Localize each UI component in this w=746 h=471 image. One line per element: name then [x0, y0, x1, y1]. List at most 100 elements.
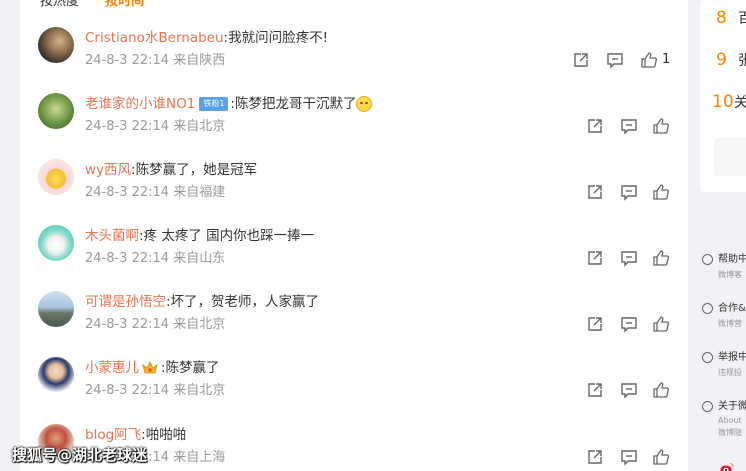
- ranking-item[interactable]: 10关: [712, 92, 746, 116]
- comment-location: 来自北京: [173, 317, 226, 332]
- report-center-link[interactable]: 举报中 违规投: [702, 348, 746, 378]
- help-subtitle: 微博营: [718, 319, 742, 328]
- share-icon[interactable]: [586, 249, 604, 267]
- tab-hot[interactable]: 按热度: [40, 0, 79, 9]
- ranking-item[interactable]: 8百: [716, 8, 746, 32]
- comment-item: 老谁家的小谁NO1 铁粉1:陈梦把龙哥干沉默了 24-8-3 22:14 来自北京: [20, 93, 688, 159]
- avatar[interactable]: [38, 93, 74, 129]
- help-icon: [702, 253, 713, 265]
- help-title: 关于微: [718, 401, 746, 412]
- comment-meta: 24-8-3 22:14 来自陕西: [85, 52, 225, 70]
- ranking-more-button[interactable]: [714, 138, 746, 176]
- comment-text: :陈梦赢了: [161, 360, 220, 376]
- about-icon: [702, 400, 713, 412]
- comment-icon[interactable]: [606, 51, 624, 69]
- comment-text: :我就问问脸疼不!: [223, 30, 329, 46]
- help-title: 举报中: [718, 352, 746, 363]
- comment-item: Cristiano水Bernabeu:我就问问脸疼不! 24-8-3 22:14…: [20, 27, 688, 93]
- comment-content: wy西风:陈梦赢了，她是冠军: [85, 161, 257, 179]
- share-icon[interactable]: [572, 51, 590, 69]
- avatar[interactable]: [38, 225, 74, 261]
- share-icon[interactable]: [586, 381, 604, 399]
- like-icon[interactable]: [652, 117, 670, 135]
- like-icon[interactable]: [652, 183, 670, 201]
- comment-time: 24-8-3 22:14: [85, 185, 170, 200]
- avatar[interactable]: [38, 291, 74, 327]
- username-link[interactable]: 老谁家的小谁NO1: [85, 96, 195, 112]
- rank-number: 10: [712, 92, 734, 112]
- comment-icon[interactable]: [620, 117, 638, 135]
- source-watermark: 搜狐号@湖北老球迷: [12, 446, 148, 464]
- comment-text: :陈梦赢了，她是冠军: [131, 162, 258, 178]
- comment-icon[interactable]: [620, 315, 638, 333]
- comment-icon[interactable]: [620, 381, 638, 399]
- username-link[interactable]: blog阿飞: [85, 427, 141, 443]
- username-link[interactable]: 可谓是孙悟空: [85, 294, 166, 310]
- username-link[interactable]: wy西风: [85, 162, 131, 178]
- comment-item: 木头菌啊:疼 太疼了 国内你也踩一捧一 24-8-3 22:14 来自山东: [20, 225, 688, 291]
- comment-content: 可谓是孙悟空:坏了，贺老师，人家赢了: [85, 293, 319, 311]
- rank-number: 8: [716, 8, 727, 28]
- username-link[interactable]: Cristiano水Bernabeu: [85, 30, 224, 46]
- like-icon[interactable]: [652, 448, 670, 466]
- comment-content: 小蒙惠儿 :陈梦赢了: [85, 359, 220, 377]
- comment-meta: 24-8-3 22:14 来自北京: [85, 118, 225, 136]
- username-link[interactable]: 木头菌啊: [85, 228, 139, 244]
- help-subtitle: 违规投: [718, 368, 742, 377]
- about-weibo-link[interactable]: 关于微 About 微博隐: [702, 397, 746, 438]
- comment-text: :疼 太疼了 国内你也踩一捧一: [139, 228, 315, 244]
- info-icon: [702, 351, 713, 363]
- comment-panel: 按热度 按时间 Cristiano水Bernabeu:我就问问脸疼不! 24-8…: [20, 0, 688, 471]
- username-link[interactable]: 小蒙惠儿: [85, 360, 139, 376]
- comment-location: 来自上海: [173, 450, 226, 465]
- share-icon[interactable]: [586, 315, 604, 333]
- rank-title: 张: [738, 53, 746, 69]
- comment-meta: 24-8-3 22:14 来自北京: [85, 382, 225, 400]
- comment-icon[interactable]: [620, 183, 638, 201]
- comment-item: 可谓是孙悟空:坏了，贺老师，人家赢了 24-8-3 22:14 来自北京: [20, 291, 688, 357]
- help-center-link[interactable]: 帮助中 微博客: [702, 250, 746, 280]
- cooperation-link[interactable]: 合作& 微博营: [702, 299, 746, 329]
- avatar[interactable]: [38, 159, 74, 195]
- like-icon[interactable]: [640, 51, 658, 69]
- comment-time: 24-8-3 22:14: [85, 251, 170, 266]
- ranking-item[interactable]: 9张: [716, 50, 746, 74]
- comment-icon[interactable]: [620, 448, 638, 466]
- comment-content: 木头菌啊:疼 太疼了 国内你也踩一捧一: [85, 227, 314, 245]
- comment-item: wy西风:陈梦赢了，她是冠军 24-8-3 22:14 来自福建: [20, 159, 688, 225]
- comment-icon[interactable]: [620, 249, 638, 267]
- comment-text: :陈梦把龙哥干沉默了: [230, 96, 357, 112]
- comment-location: 来自山东: [173, 251, 226, 266]
- rank-title: 百: [738, 11, 746, 27]
- share-icon[interactable]: [586, 117, 604, 135]
- comment-text: :啪啪啪: [141, 427, 187, 443]
- fan-badge: 铁粉1: [199, 97, 229, 111]
- comment-location: 来自北京: [173, 119, 226, 134]
- avatar[interactable]: [38, 357, 74, 393]
- help-title: 合作&: [718, 303, 746, 314]
- sort-tabs: 按热度 按时间: [40, 0, 166, 9]
- comment-location: 来自北京: [173, 383, 226, 398]
- crown-badge-icon: [142, 361, 158, 375]
- tab-time[interactable]: 按时间: [105, 0, 144, 9]
- like-icon[interactable]: [652, 315, 670, 333]
- like-icon[interactable]: [652, 381, 670, 399]
- comment-location: 来自福建: [173, 185, 226, 200]
- weibo-logo-icon: [720, 459, 734, 471]
- handshake-icon: [702, 302, 713, 314]
- help-subtitle: 微博隐: [718, 428, 742, 437]
- share-icon[interactable]: [586, 448, 604, 466]
- comment-location: 来自陕西: [173, 53, 226, 68]
- smile-emoji-icon: [356, 96, 373, 112]
- like-icon[interactable]: [652, 249, 670, 267]
- comment-time: 24-8-3 22:14: [85, 119, 170, 134]
- share-icon[interactable]: [586, 183, 604, 201]
- comment-time: 24-8-3 22:14: [85, 383, 170, 398]
- help-title: 帮助中: [718, 254, 746, 265]
- comment-meta: 24-8-3 22:14 来自北京: [85, 316, 225, 334]
- comment-content: Cristiano水Bernabeu:我就问问脸疼不!: [85, 29, 328, 47]
- comment-time: 24-8-3 22:14: [85, 53, 170, 68]
- avatar[interactable]: [38, 27, 74, 63]
- comment-content: 老谁家的小谁NO1 铁粉1:陈梦把龙哥干沉默了: [85, 95, 373, 113]
- comment-item: 小蒙惠儿 :陈梦赢了 24-8-3 22:14 来自北京: [20, 357, 688, 423]
